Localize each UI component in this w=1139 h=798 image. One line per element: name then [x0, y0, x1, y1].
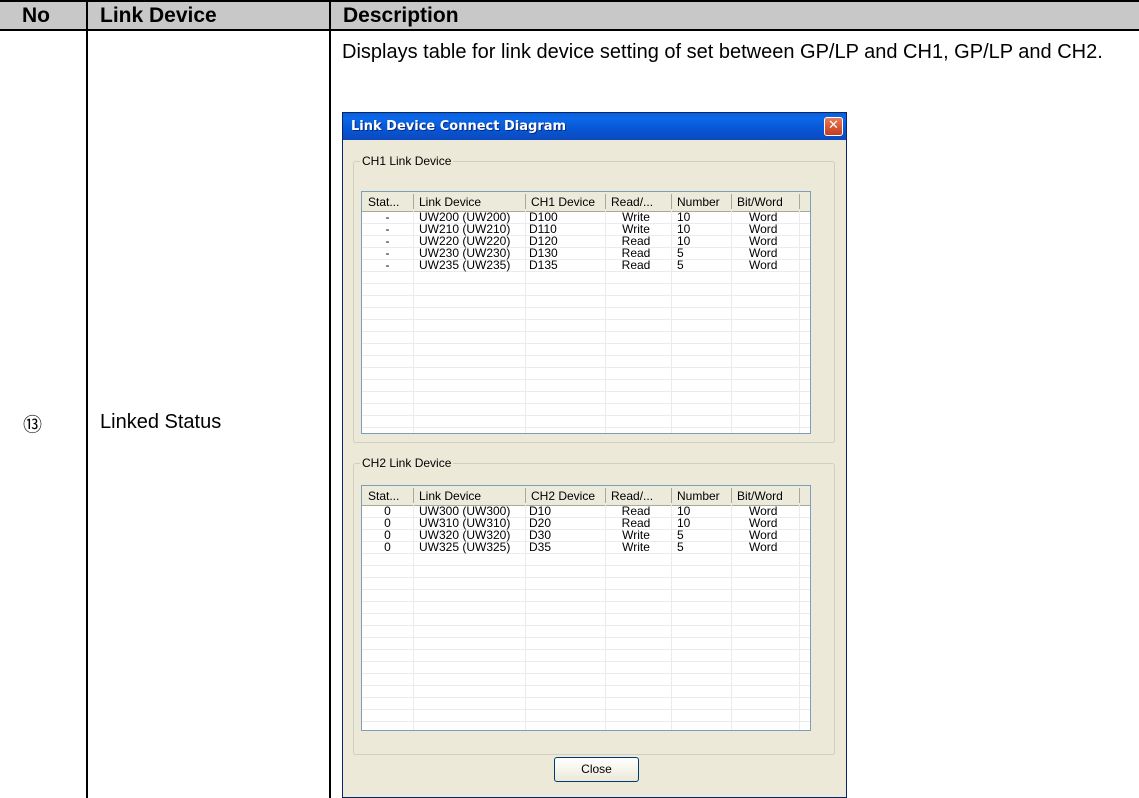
- list-header[interactable]: Stat... Link Device CH2 Device Read/... Numb…: [362, 486, 810, 506]
- list-item[interactable]: [362, 698, 810, 710]
- list-item[interactable]: [362, 626, 810, 638]
- list-item[interactable]: [362, 638, 810, 650]
- list-cell: -: [385, 258, 390, 272]
- list-cell: UW235 (UW235): [419, 258, 511, 272]
- ch1-legend: CH1 Link Device: [360, 154, 454, 168]
- list-item[interactable]: [362, 380, 810, 392]
- list-cell: Word: [749, 258, 778, 272]
- document-table: No Link Device Description ⑬ Linked Stat…: [0, 0, 1139, 798]
- list-item[interactable]: [362, 332, 810, 344]
- list-item[interactable]: [362, 554, 810, 566]
- column-header[interactable]: Stat...: [368, 489, 399, 503]
- column-divider: [329, 0, 331, 798]
- list-item[interactable]: [362, 614, 810, 626]
- list-cell: UW325 (UW325): [419, 540, 511, 554]
- list-cell: Word: [749, 540, 778, 554]
- column-header[interactable]: Link Device: [419, 195, 481, 209]
- list-item[interactable]: [362, 674, 810, 686]
- list-item[interactable]: [362, 650, 810, 662]
- link-device-dialog: Link Device Connect Diagram ✕ CH1 Link D…: [342, 112, 847, 798]
- list-cell: 0: [384, 540, 391, 554]
- list-item[interactable]: [362, 578, 810, 590]
- list-item[interactable]: [362, 566, 810, 578]
- row-link-device: Linked Status: [100, 411, 222, 433]
- column-header[interactable]: Stat...: [368, 195, 399, 209]
- list-item[interactable]: [362, 416, 810, 428]
- list-item[interactable]: 0 UW325 (UW325) D35 Write 5 Word: [362, 540, 810, 554]
- column-header[interactable]: Bit/Word: [737, 489, 783, 503]
- list-cell: Read: [621, 258, 651, 272]
- ch1-link-device-list[interactable]: Stat... Link Device CH1 Device Read/... Numb…: [361, 191, 811, 434]
- list-item[interactable]: [362, 356, 810, 368]
- list-cell: D35: [529, 540, 552, 554]
- list-cell: 5: [677, 258, 684, 272]
- column-header[interactable]: CH2 Device: [531, 489, 595, 503]
- list-item[interactable]: [362, 392, 810, 404]
- column-divider: [86, 0, 88, 798]
- list-item[interactable]: [362, 590, 810, 602]
- dialog-titlebar[interactable]: Link Device Connect Diagram ✕: [343, 113, 846, 140]
- list-item[interactable]: [362, 284, 810, 296]
- list-item[interactable]: [362, 344, 810, 356]
- list-item[interactable]: [362, 686, 810, 698]
- ch2-legend: CH2 Link Device: [360, 456, 454, 470]
- close-icon[interactable]: ✕: [824, 117, 843, 136]
- column-header[interactable]: Number: [677, 489, 720, 503]
- column-header[interactable]: Bit/Word: [737, 195, 783, 209]
- list-header[interactable]: Stat... Link Device CH1 Device Read/... Numb…: [362, 192, 810, 212]
- list-cell: D135: [529, 258, 558, 272]
- column-header[interactable]: Read/...: [611, 489, 653, 503]
- list-item[interactable]: [362, 602, 810, 614]
- column-header[interactable]: Read/...: [611, 195, 653, 209]
- list-item[interactable]: [362, 308, 810, 320]
- column-header[interactable]: Link Device: [419, 489, 481, 503]
- list-item[interactable]: [362, 428, 810, 433]
- row-description: Displays table for link device setting o…: [342, 41, 1103, 63]
- list-cell: Write: [622, 540, 650, 554]
- column-header[interactable]: CH1 Device: [531, 195, 595, 209]
- list-item[interactable]: [362, 710, 810, 722]
- table-header-row: No Link Device Description: [0, 0, 1139, 31]
- list-item[interactable]: [362, 296, 810, 308]
- ch2-link-device-list[interactable]: Stat... Link Device CH2 Device Read/... Numb…: [361, 485, 811, 731]
- list-item[interactable]: - UW235 (UW235) D135 Read 5 Word: [362, 258, 810, 272]
- list-item[interactable]: [362, 368, 810, 380]
- row-number: ⑬: [23, 415, 43, 436]
- list-item[interactable]: [362, 404, 810, 416]
- close-button[interactable]: Close: [554, 757, 639, 782]
- header-no: No: [22, 4, 50, 27]
- list-item[interactable]: [362, 272, 810, 284]
- list-cell: 5: [677, 540, 684, 554]
- list-item[interactable]: [362, 662, 810, 674]
- list-item[interactable]: [362, 722, 810, 730]
- list-item[interactable]: [362, 320, 810, 332]
- column-header[interactable]: Number: [677, 195, 720, 209]
- header-description: Description: [343, 4, 459, 27]
- dialog-title: Link Device Connect Diagram: [351, 119, 567, 134]
- header-link-device: Link Device: [100, 4, 217, 27]
